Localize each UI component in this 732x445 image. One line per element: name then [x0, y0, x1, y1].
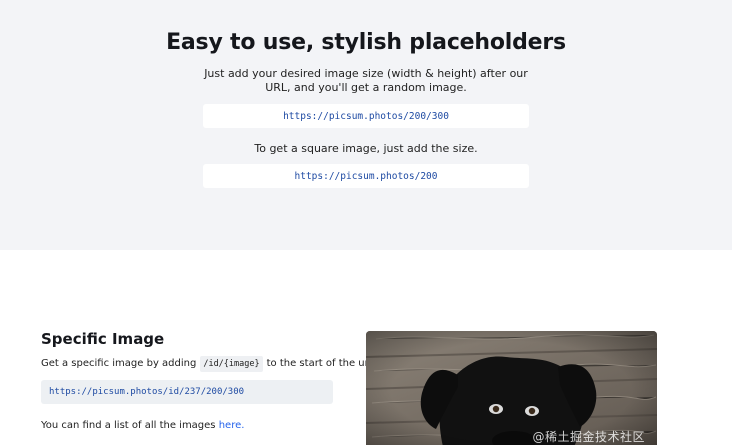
hero-section: Easy to use, stylish placeholders Just a…: [0, 0, 732, 250]
specific-url-box[interactable]: https://picsum.photos/id/237/200/300: [41, 380, 333, 404]
image-list-note: You can find a list of all the images he…: [41, 420, 333, 431]
images-list-link[interactable]: here.: [219, 420, 245, 431]
dog-photo-image: @稀土掘金技术社区: [366, 331, 657, 445]
watermark-text: @稀土掘金技术社区: [532, 430, 645, 444]
hero-subtitle: Just add your desired image size (width …: [204, 67, 528, 94]
watermark: @稀土掘金技术社区: [532, 428, 645, 445]
specific-image-section: Specific Image Get a specific image by a…: [0, 250, 732, 445]
square-instruction: To get a square image, just add the size…: [254, 142, 478, 155]
example-url-box[interactable]: https://picsum.photos/200/300: [203, 104, 529, 128]
section-title: Specific Image: [41, 330, 165, 348]
inline-code-id-path: /id/{image}: [200, 356, 263, 372]
list-note-prefix: You can find a list of all the images: [41, 420, 216, 431]
section-description: Get a specific image by adding /id/{imag…: [41, 356, 375, 372]
description-prefix: Get a specific image by adding: [41, 358, 197, 369]
description-suffix: to the start of the url.: [266, 358, 375, 369]
hero-title: Easy to use, stylish placeholders: [166, 30, 566, 55]
specific-image-content: Specific Image Get a specific image by a…: [41, 330, 375, 431]
square-url-box[interactable]: https://picsum.photos/200: [203, 164, 529, 188]
